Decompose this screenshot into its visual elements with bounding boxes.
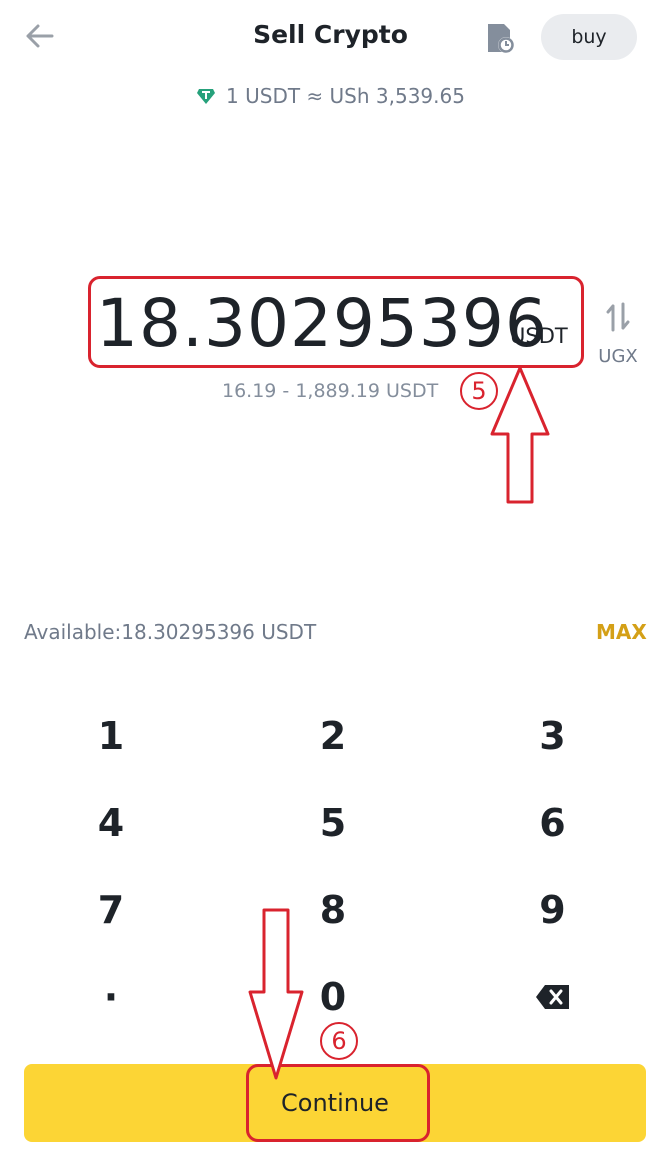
available-balance: Available:18.30295396 USDT xyxy=(24,620,317,644)
backspace-icon xyxy=(535,984,569,1009)
key-1[interactable]: 1 xyxy=(0,692,222,779)
buy-button[interactable]: buy xyxy=(541,14,637,60)
exchange-rate-text: 1 USDT ≈ USh 3,539.65 xyxy=(226,84,465,108)
annotation-amount-highlight xyxy=(88,276,584,368)
backspace-key[interactable] xyxy=(444,953,661,1040)
key-decimal[interactable]: · xyxy=(0,953,222,1040)
key-3[interactable]: 3 xyxy=(444,692,661,779)
key-2[interactable]: 2 xyxy=(222,692,444,779)
annotation-step-6: 6 xyxy=(320,1022,358,1060)
key-5[interactable]: 5 xyxy=(222,779,444,866)
annotation-down-arrow xyxy=(248,908,304,1080)
max-button[interactable]: MAX xyxy=(596,620,647,644)
key-6[interactable]: 6 xyxy=(444,779,661,866)
history-icon xyxy=(488,24,514,53)
annotation-up-arrow xyxy=(490,366,550,504)
exchange-rate: 1 USDT ≈ USh 3,539.65 xyxy=(0,84,661,108)
key-9[interactable]: 9 xyxy=(444,866,661,953)
key-4[interactable]: 4 xyxy=(0,779,222,866)
numeric-keypad: 1 2 3 4 5 6 7 8 9 · 0 xyxy=(0,692,661,1042)
swap-currency-label: UGX xyxy=(598,346,638,367)
swap-arrows-icon xyxy=(606,302,630,332)
currency-swap-button[interactable]: UGX xyxy=(598,300,638,380)
key-7[interactable]: 7 xyxy=(0,866,222,953)
tether-icon xyxy=(197,89,216,104)
amount-range: 16.19 - 1,889.19 USDT xyxy=(222,380,439,402)
order-history-button[interactable] xyxy=(482,20,518,56)
